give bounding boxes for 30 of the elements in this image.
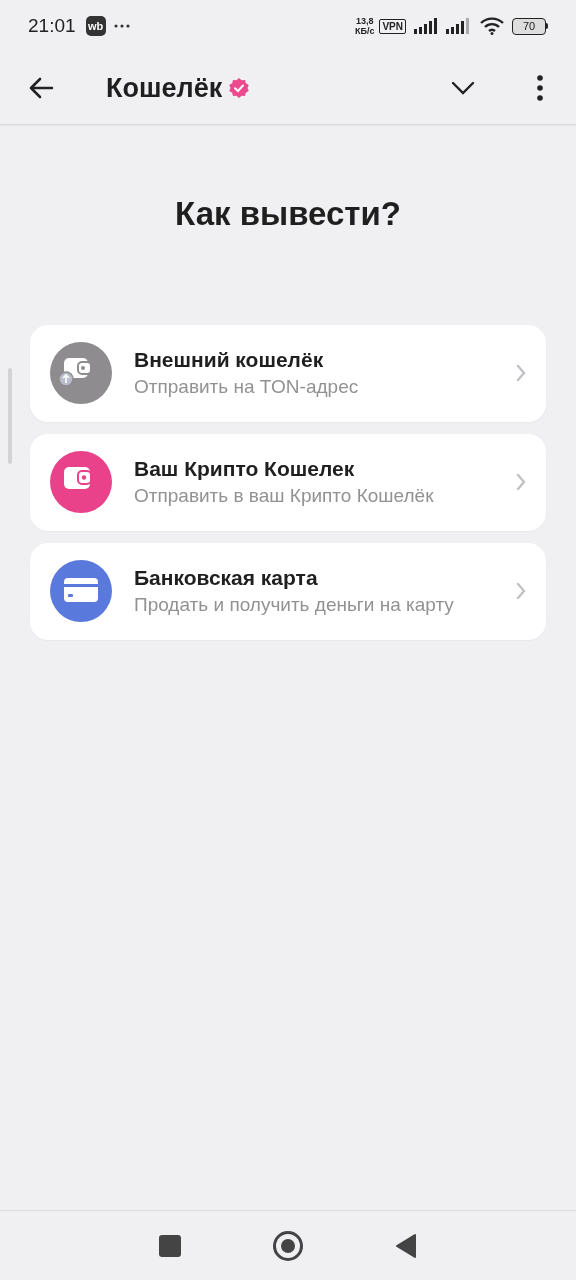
network-speed-unit: КБ/с xyxy=(354,26,375,36)
wifi-icon xyxy=(480,17,504,35)
option-title: Банковская карта xyxy=(134,565,319,591)
app-bar-title: Кошелёк xyxy=(106,71,223,105)
withdraw-option[interactable]: Банковская карта Продать и получить деньги на карту xyxy=(30,542,546,640)
more-menu-icon[interactable] xyxy=(537,75,543,101)
withdraw-option[interactable]: Внешний кошелёк Отправить на TON-адрес xyxy=(30,324,546,422)
app-logo: wb xyxy=(85,16,106,36)
vpn-badge: VPN xyxy=(379,18,406,34)
option-subtitle: Отправить в ваш Крипто Кошелёк xyxy=(134,484,435,508)
option-title: Ваш Крипто Кошелек xyxy=(134,456,356,482)
network-speed-value: 13,8 xyxy=(355,16,374,26)
chevron-right-icon xyxy=(516,364,526,382)
more-icon xyxy=(113,24,130,28)
recent-apps-button[interactable] xyxy=(159,1234,181,1257)
signal-icon xyxy=(414,18,440,34)
option-subtitle: Отправить на TON-адрес xyxy=(134,375,360,399)
withdraw-option[interactable]: Ваш Крипто Кошелек Отправить в ваш Крипто Кошелёк xyxy=(30,433,546,531)
status-time: 21:01 xyxy=(28,13,76,38)
home-button[interactable] xyxy=(273,1230,303,1261)
back-nav-icon[interactable] xyxy=(395,1233,417,1258)
option-subtitle: Продать и получить деньги на карту xyxy=(134,593,455,617)
chevron-down-icon[interactable] xyxy=(451,81,475,95)
signal-icon xyxy=(446,18,472,34)
chevron-right-icon xyxy=(516,582,526,600)
battery-indicator: 70 xyxy=(512,17,548,35)
option-title: Внешний кошелёк xyxy=(134,347,325,373)
chevron-right-icon xyxy=(516,473,526,491)
page-heading: Как вывести? xyxy=(174,194,402,234)
back-arrow-icon[interactable] xyxy=(28,77,54,99)
